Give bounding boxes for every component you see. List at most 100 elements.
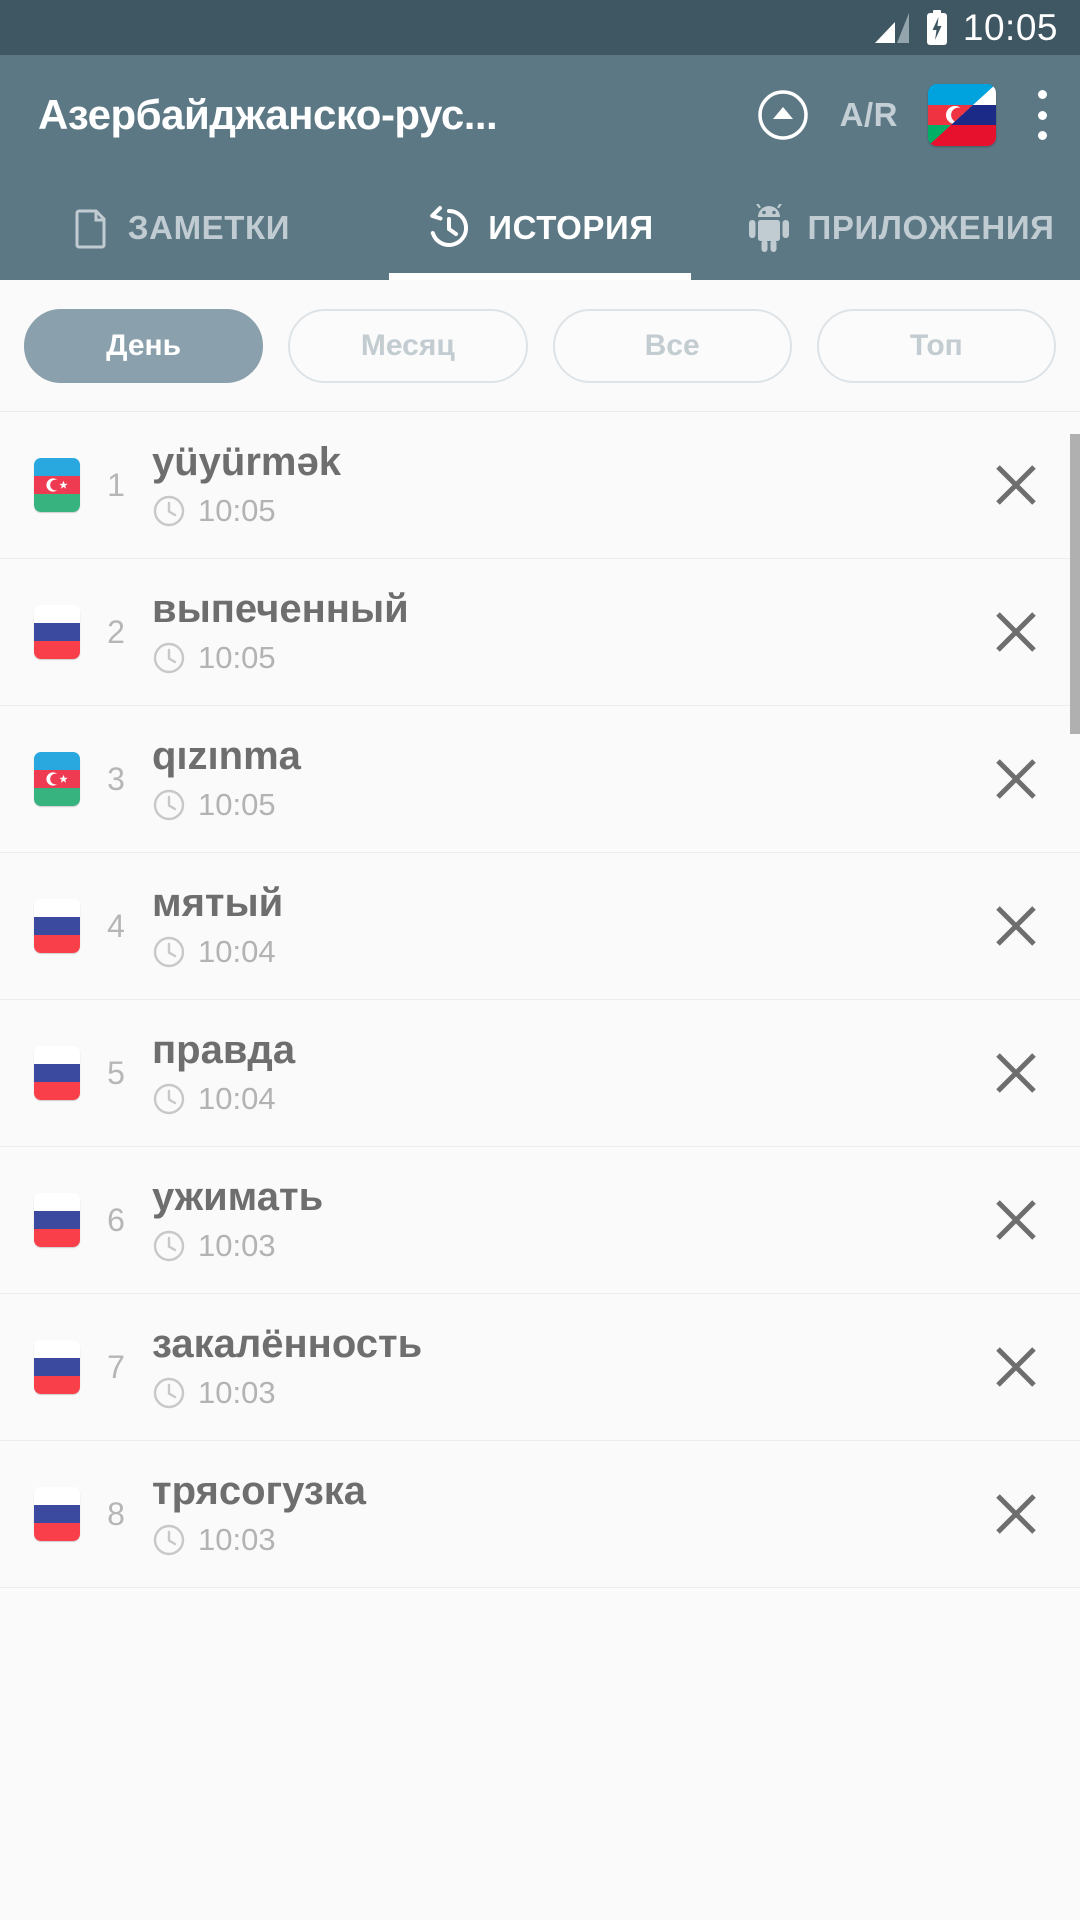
history-row[interactable]: 1 yüyürmək 10:05: [0, 412, 1080, 559]
tab-label: ПРИЛОЖЕНИЯ: [807, 208, 1055, 246]
row-content: ужимать 10:03: [152, 1176, 952, 1263]
row-word: ужимать: [152, 1176, 324, 1220]
row-timestamp: 10:05: [152, 493, 952, 529]
delete-history-item-button[interactable]: [952, 853, 1080, 1000]
battery-charging-icon: [926, 9, 947, 45]
overflow-dot: [1037, 90, 1047, 99]
row-time-text: 10:03: [198, 1227, 276, 1263]
clock-icon: [153, 1524, 185, 1555]
language-direction-label[interactable]: A/R: [840, 96, 898, 134]
history-row[interactable]: 8 трясогузка 10:03: [0, 1441, 1080, 1588]
filter-chip-all[interactable]: Все: [552, 308, 792, 383]
overflow-dot: [1037, 131, 1047, 140]
row-index: 6: [107, 1201, 125, 1238]
row-index: 1: [107, 466, 125, 503]
history-row[interactable]: 7 закалённость 10:03: [0, 1294, 1080, 1441]
row-index: 4: [107, 907, 125, 944]
row-time-text: 10:03: [198, 1374, 276, 1410]
russia-flag-icon: [34, 899, 80, 953]
app-bar: Азербайджанско-рус... A/R ЗАМЕТКИ ИСТОРИ…: [0, 55, 1080, 280]
app-bar-actions: A/R: [756, 84, 1058, 146]
tab-applications[interactable]: ПРИЛОЖЕНИЯ: [720, 175, 1080, 280]
russia-flag-icon: [34, 1487, 80, 1541]
signal-bars-icon: [874, 12, 909, 43]
row-word: выпеченный: [152, 588, 409, 632]
history-row[interactable]: 2 выпеченный 10:05: [0, 559, 1080, 706]
row-word: yüyürmək: [152, 441, 341, 485]
delete-history-item-button[interactable]: [952, 706, 1080, 853]
chip-label: Месяц: [360, 328, 455, 362]
clock-icon: [153, 1083, 185, 1114]
close-x-icon: [996, 1200, 1036, 1240]
status-bar: 10:05: [0, 0, 1080, 55]
filter-chip-top[interactable]: Топ: [816, 308, 1056, 383]
azerbaijan-flag-icon: [34, 458, 80, 512]
history-list: 1 yüyürmək 10:05 2 выпеченный 10:05 3 qı…: [0, 412, 1080, 1915]
row-content: выпеченный 10:05: [152, 588, 952, 675]
delete-history-item-button[interactable]: [952, 412, 1080, 559]
row-time-text: 10:05: [198, 492, 276, 528]
row-content: yüyürmək 10:05: [152, 441, 952, 528]
row-word: правда: [152, 1029, 296, 1073]
collapse-up-circle-icon[interactable]: [756, 88, 810, 142]
page-title: Азербайджанско-рус...: [38, 91, 498, 138]
history-clock-icon: [430, 205, 469, 247]
scrollbar-thumb[interactable]: [1070, 434, 1080, 734]
chip-label: Все: [644, 328, 700, 362]
row-timestamp: 10:05: [152, 640, 952, 676]
row-timestamp: 10:03: [152, 1228, 952, 1264]
scrollbar-track[interactable]: [1070, 412, 1080, 1915]
row-index: 2: [107, 613, 125, 650]
row-index: 5: [107, 1054, 125, 1091]
row-timestamp: 10:04: [152, 934, 952, 970]
azerbaijan-flag-icon: [34, 752, 80, 806]
row-content: мятый 10:04: [152, 882, 952, 969]
row-time-text: 10:04: [198, 1080, 276, 1116]
chip-label: Топ: [909, 328, 963, 362]
clock-icon: [153, 936, 185, 967]
row-content: правда 10:04: [152, 1029, 952, 1116]
azerbaijani-russian-flag-icon[interactable]: [928, 84, 996, 146]
row-index: 3: [107, 760, 125, 797]
history-row[interactable]: 5 правда 10:04: [0, 1000, 1080, 1147]
tab-label: ИСТОРИЯ: [488, 208, 654, 246]
history-row[interactable]: 4 мятый 10:04: [0, 853, 1080, 1000]
app-bar-top-row: Азербайджанско-рус... A/R: [0, 55, 1080, 175]
close-x-icon: [996, 759, 1036, 799]
delete-history-item-button[interactable]: [952, 1000, 1080, 1147]
delete-history-item-button[interactable]: [952, 1147, 1080, 1294]
tab-label: ЗАМЕТКИ: [127, 208, 291, 246]
close-x-icon: [996, 906, 1036, 946]
filter-chip-day[interactable]: День: [24, 308, 264, 383]
row-timestamp: 10:05: [152, 787, 952, 823]
filter-chip-month[interactable]: Месяц: [288, 308, 528, 383]
close-x-icon: [996, 1494, 1036, 1534]
row-time-text: 10:05: [198, 639, 276, 675]
row-content: трясогузка 10:03: [152, 1470, 952, 1557]
row-index: 8: [107, 1495, 125, 1532]
row-content: закалённость 10:03: [152, 1323, 952, 1410]
status-time: 10:05: [962, 7, 1058, 48]
delete-history-item-button[interactable]: [952, 1294, 1080, 1441]
clock-icon: [153, 1377, 185, 1408]
history-row[interactable]: 3 qızınma 10:05: [0, 706, 1080, 853]
row-word: закалённость: [152, 1323, 423, 1367]
delete-history-item-button[interactable]: [952, 559, 1080, 706]
row-index: 7: [107, 1348, 125, 1385]
history-row[interactable]: 6 ужимать 10:03: [0, 1147, 1080, 1294]
russia-flag-icon: [34, 1193, 80, 1247]
filter-chip-bar: День Месяц Все Топ: [0, 280, 1080, 412]
overflow-dot: [1037, 110, 1047, 120]
chip-label: День: [106, 328, 182, 362]
row-word: мятый: [152, 882, 284, 926]
close-x-icon: [996, 612, 1036, 652]
overflow-menu-icon[interactable]: [1032, 86, 1052, 144]
row-timestamp: 10:03: [152, 1522, 952, 1558]
tab-bar: ЗАМЕТКИ ИСТОРИЯ ПРИЛОЖЕНИЯ: [0, 175, 1080, 280]
tab-notes[interactable]: ЗАМЕТКИ: [0, 175, 360, 280]
tab-history[interactable]: ИСТОРИЯ: [360, 175, 720, 280]
delete-history-item-button[interactable]: [952, 1441, 1080, 1588]
notes-icon: [75, 209, 106, 248]
row-time-text: 10:03: [198, 1521, 276, 1557]
close-x-icon: [996, 1053, 1036, 1093]
